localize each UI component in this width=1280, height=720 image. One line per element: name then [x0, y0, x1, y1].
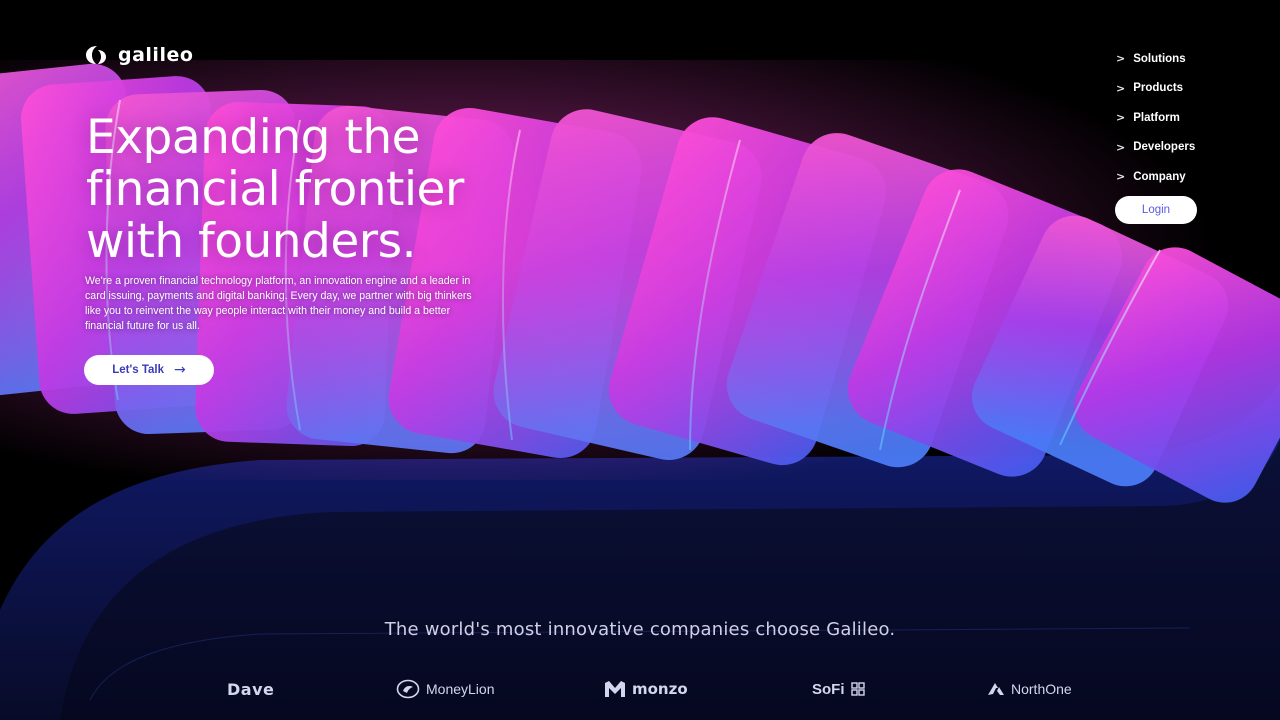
nav-item-label: Products [1133, 82, 1184, 95]
arrow-right-icon: → [174, 362, 186, 378]
monzo-logo-icon [605, 681, 625, 697]
nav-item-label: Developers [1133, 141, 1196, 154]
clients-tagline: The world's most innovative companies ch… [384, 619, 896, 640]
nav-item-solutions[interactable]: > Solutions [1116, 44, 1195, 74]
moneylion-logo-icon [396, 679, 420, 699]
main-nav: > Solutions > Products > Platform > Deve… [1116, 44, 1195, 192]
login-button[interactable]: Login [1115, 196, 1197, 224]
monzo-logo-text: monzo [632, 680, 688, 698]
nav-item-label: Company [1133, 170, 1186, 183]
headline-line: with founders. [86, 214, 417, 269]
nav-item-products[interactable]: > Products [1116, 74, 1195, 104]
nav-item-label: Solutions [1133, 52, 1186, 65]
sofi-logo: SoFi [812, 676, 865, 702]
northone-logo-icon [988, 683, 1004, 695]
intro-line: financial future for us all. [85, 320, 200, 332]
nav-item-company[interactable]: > Company [1116, 162, 1195, 192]
chevron-right-icon: > [1116, 111, 1126, 125]
northone-logo-text: NorthOne [1011, 681, 1072, 697]
intro-line: like you to reinvent the way people inte… [85, 305, 451, 317]
hero-headline: Expanding the financial frontier with fo… [86, 112, 646, 268]
nav-item-platform[interactable]: > Platform [1116, 103, 1195, 133]
lets-talk-button[interactable]: Let's Talk → [84, 355, 214, 385]
sofi-logo-text: SoFi [812, 680, 845, 698]
nav-item-label: Platform [1133, 111, 1180, 124]
cta-label: Let's Talk [112, 364, 164, 376]
moneylion-logo-text: MoneyLion [426, 681, 495, 697]
chevron-right-icon: > [1116, 170, 1126, 184]
nav-item-developers[interactable]: > Developers [1116, 133, 1195, 163]
chevron-right-icon: > [1116, 52, 1126, 66]
chevron-right-icon: > [1116, 140, 1126, 154]
client-logos: Dave MoneyLion monzo SoFi NorthOne [0, 676, 1280, 702]
dave-logo-text: Dave [227, 679, 275, 699]
dave-logo: Dave [227, 676, 274, 702]
galileo-logo[interactable]: galileo [84, 44, 193, 66]
brand-name: galileo [118, 44, 194, 66]
headline-line: financial frontier [86, 162, 464, 217]
galileo-logo-icon [86, 46, 106, 64]
sofi-logo-icon [850, 682, 865, 696]
intro-line: We're a proven financial technology plat… [85, 275, 471, 287]
hero-intro: We're a proven financial technology plat… [85, 274, 565, 334]
headline-line: Expanding the [86, 110, 421, 165]
chevron-right-icon: > [1116, 81, 1126, 95]
intro-line: card issuing, payments and digital banki… [85, 290, 472, 302]
northone-logo: NorthOne [987, 676, 1072, 702]
monzo-logo: monzo [604, 676, 688, 702]
moneylion-logo: MoneyLion [396, 676, 495, 702]
